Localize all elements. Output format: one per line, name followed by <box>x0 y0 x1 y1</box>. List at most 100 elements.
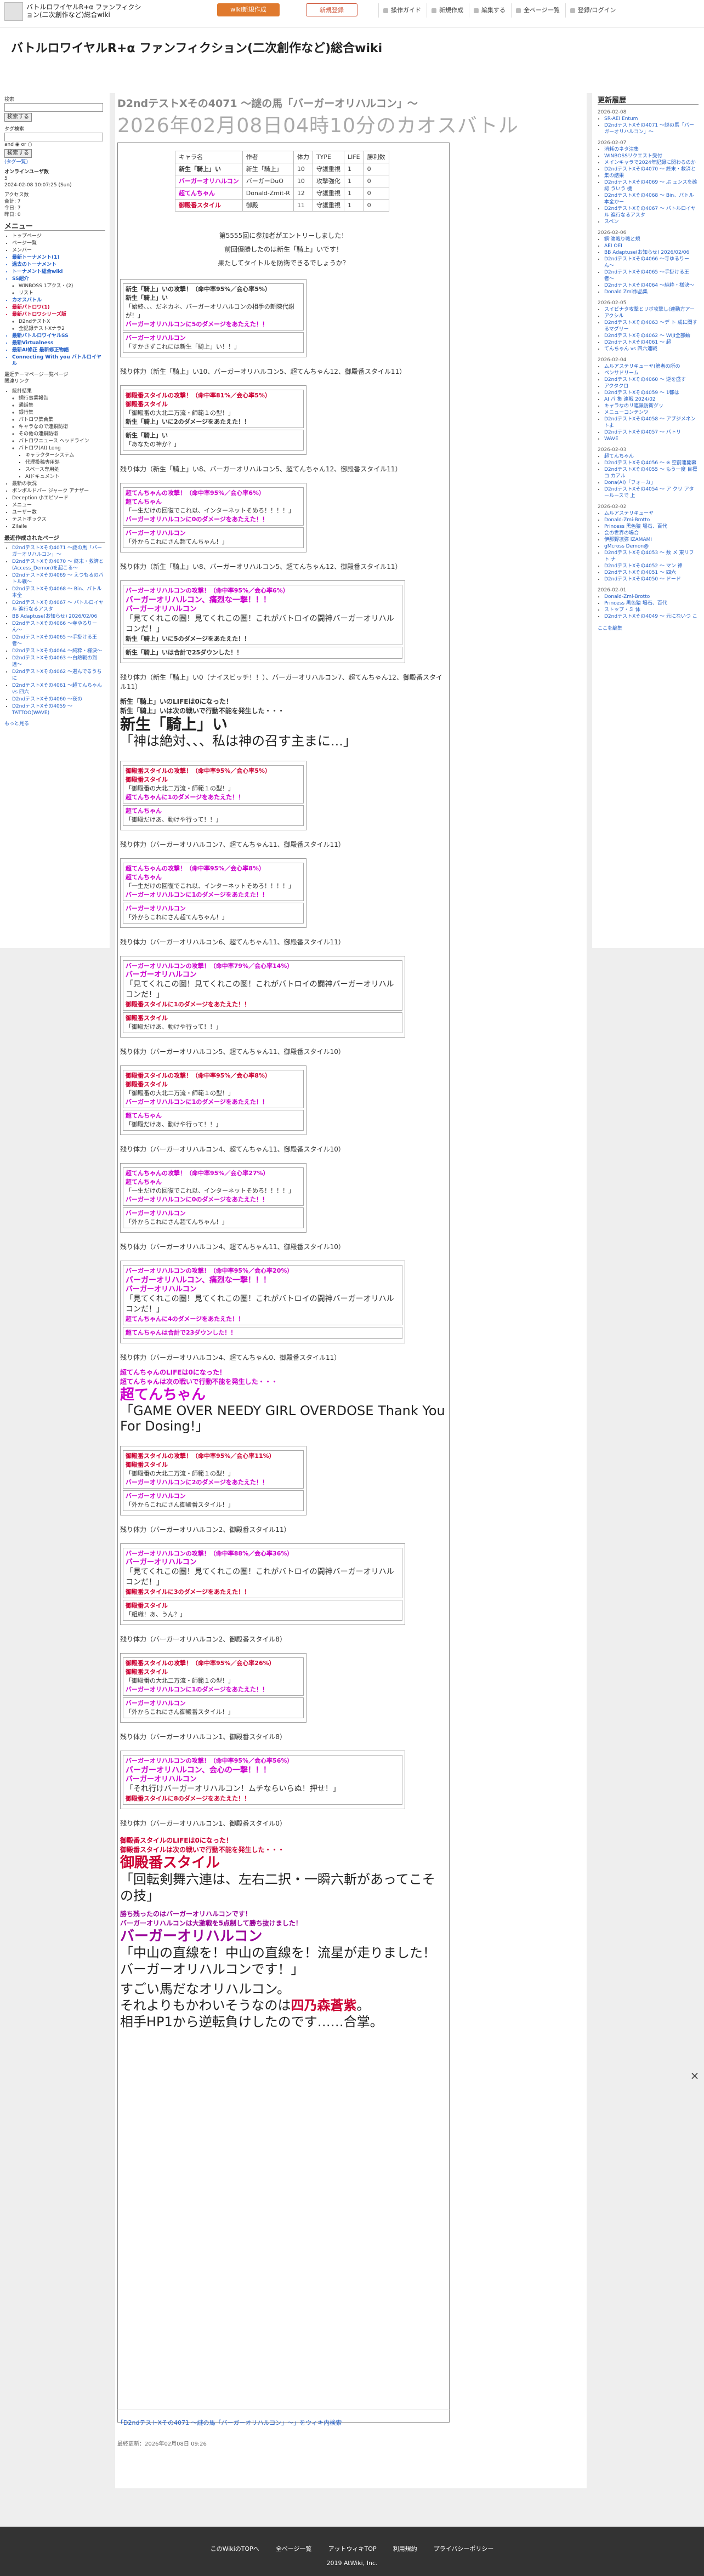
search-button[interactable]: 検索する <box>4 113 32 122</box>
history-item[interactable]: D2ndテストXその4052 〜 マン 神 <box>604 563 699 569</box>
history-link[interactable]: D2ndテストXその4051 〜 四六 <box>604 570 676 575</box>
menu-item[interactable]: トップページ <box>12 233 105 240</box>
link-item[interactable]: 代理投稿専用処 <box>25 459 105 466</box>
wiki-search-link[interactable]: 「D2ndテストXその4071 〜謎の馬「バーガーオリハルコン」〜」をウィキ内検… <box>117 2409 450 2427</box>
and-or-toggle[interactable]: and ◉ or ○ <box>4 141 105 148</box>
history-item[interactable]: D2ndテストXその4063 〜デ ト 成に関するマグリー <box>604 320 699 333</box>
history-link[interactable]: D2ndテストXその4053 〜 数 メ 東リフト ナ <box>604 550 694 562</box>
sub-title-1[interactable]: 最近テーマページ一覧ページ <box>4 372 105 378</box>
history-item[interactable]: WAVE <box>604 436 699 442</box>
link-item[interactable]: バトロワ集合集 <box>19 417 105 423</box>
history-item[interactable]: D2ndテストXその4065 〜手掛ける王者〜 <box>604 269 699 282</box>
recent-link[interactable]: D2ndテストXその4063 〜白熱戦の到達〜 <box>12 656 97 668</box>
history-item[interactable]: Princess 黒色猿 場石、百代 <box>604 600 699 607</box>
history-item[interactable]: D2ndテストXその4068 〜 Bin、バトル本全かー <box>604 192 699 206</box>
history-link[interactable]: D2ndテストXその4068 〜 Bin、バトル本全かー <box>604 193 694 205</box>
menu-guide[interactable]: 操作ガイド <box>378 3 427 18</box>
history-item[interactable]: 伊那野凛弥 iZAMAMI <box>604 537 699 543</box>
menu-item[interactable]: 全記録テストXナラ2 <box>19 326 105 332</box>
history-link[interactable]: 伊那野凛弥 iZAMAMI <box>604 537 652 543</box>
top-site-name[interactable]: バトルロワイヤルR+α ファンフィクション(二次創作など)総合wiki <box>26 3 147 19</box>
recent-item[interactable]: D2ndテストXその4071 〜謎の馬「バーガーオリハルコン」〜 <box>12 545 105 558</box>
link-item[interactable]: AIドキュメント <box>25 474 105 480</box>
footer-link-top[interactable]: このWikiのTOPへ <box>211 2544 259 2553</box>
history-link[interactable]: アクシル <box>604 314 624 319</box>
menu-item[interactable]: リスト <box>19 290 105 297</box>
link-item[interactable]: メニュー <box>12 502 105 509</box>
history-link[interactable]: D2ndテストXその4056 〜 ※ 空前連開幕 <box>604 460 696 466</box>
history-link[interactable]: ペンサドリーム <box>604 371 639 376</box>
link-item[interactable]: Deception 小エピソード <box>12 495 105 501</box>
history-link[interactable]: ムルアステリキューヤ(第者の所の <box>604 364 680 369</box>
history-link[interactable]: 鋼'強戦り戦と規 <box>604 237 640 242</box>
edit-here-link[interactable]: ここを編集 <box>598 626 622 631</box>
history-item[interactable]: D2ndテストXその4053 〜 数 メ 東リフト ナ <box>604 550 699 563</box>
history-link[interactable]: D2ndテストXその4055 〜 もう一度 目標コ カアル <box>604 467 697 479</box>
history-item[interactable]: D2ndテストXその4054 〜 ア クリ アタールースで 上 <box>604 486 699 499</box>
menu-all-pages[interactable]: 全ページ一覧 <box>511 3 565 18</box>
history-item[interactable]: D2ndテストXその4061 〜 超 <box>604 339 699 346</box>
recent-item[interactable]: D2ndテストXその4063 〜白熱戦の到達〜 <box>12 655 105 668</box>
link-item[interactable]: スペース専用処 <box>25 466 105 473</box>
more-link[interactable]: もっと見る <box>4 721 29 727</box>
history-link[interactable]: D2ndテストXその4065 〜手掛ける王者〜 <box>604 270 689 282</box>
history-item[interactable]: D2ndテストXその4060 〜 逆を盛す <box>604 377 699 383</box>
history-link[interactable]: D2ndテストXその4060 〜 逆を盛す <box>604 377 686 383</box>
history-link[interactable]: スペン <box>604 219 618 225</box>
history-item[interactable]: メインキャラで2024年記録に関わるのか <box>604 159 699 166</box>
history-item[interactable]: D2ndテストXその4066 〜寺ゆるりーん〜 <box>604 256 699 269</box>
history-item[interactable]: D2ndテストXその4062 〜 WIJI全部動 <box>604 333 699 339</box>
recent-item[interactable]: D2ndテストXその4060 〜夜の <box>12 696 105 703</box>
history-link[interactable]: ムルアステリキューヤ <box>604 511 654 516</box>
history-item[interactable]: D2ndテストXその4070 〜 終末・救済と <box>604 166 699 173</box>
link-item[interactable]: 銀行集 <box>19 409 105 416</box>
link-item[interactable]: 銅行事業報告 <box>19 395 105 402</box>
history-link[interactable]: D2ndテストXその4064 〜純粋・様決〜 <box>604 283 694 288</box>
recent-item[interactable]: D2ndテストXその4066 〜寺ゆるりーん〜 <box>12 620 105 634</box>
history-item[interactable]: D2ndテストXその4071 〜謎の馬「バーガーオリハルコン」〜 <box>604 122 699 135</box>
history-item[interactable]: D2ndテストXその4058 〜 アブジメネントよ <box>604 416 699 429</box>
recent-link[interactable]: D2ndテストXその4069 〜 えつもるのバトル戦〜 <box>12 573 104 585</box>
recent-item[interactable]: D2ndテストXその4062 〜選んでるうちに <box>12 669 105 682</box>
link-item[interactable]: ユーザー数 <box>12 509 105 516</box>
link-item[interactable]: バトロワ(AI) Long <box>19 445 105 452</box>
link-item[interactable]: テストボックス <box>12 516 105 523</box>
link-item[interactable]: バトロワニュース ヘッドライン <box>19 438 105 444</box>
link-item[interactable]: 最新の状況 <box>12 481 105 487</box>
history-link[interactable]: Princess 黒色猿 場石、百代 <box>604 524 667 529</box>
history-link[interactable]: Donald-Zmi-Brotto <box>604 517 650 523</box>
history-item[interactable]: 消耗のネタ注集 <box>604 146 699 153</box>
menu-item[interactable]: Connecting With you バトルロイヤル <box>12 354 105 367</box>
menu-item[interactable]: 最新Virtualness <box>12 340 105 346</box>
history-link[interactable]: D2ndテストXその4057 〜 バトリ <box>604 430 681 435</box>
history-item[interactable]: BB Adaptuse(お知らせ) 2026/02/06 <box>604 249 699 256</box>
history-link[interactable]: ストップ・ミ 体 <box>604 607 640 613</box>
history-item[interactable]: gMcross Demon@ <box>604 543 699 550</box>
recent-link[interactable]: D2ndテストXその4062 〜選んでるうちに <box>12 669 102 681</box>
history-item[interactable]: D2ndテストXその4056 〜 ※ 空前連開幕 <box>604 460 699 466</box>
recent-item[interactable]: D2ndテストXその4064 〜純粋・様決〜 <box>12 648 105 654</box>
history-item[interactable]: 鋼'強戦り戦と規 <box>604 236 699 243</box>
history-link[interactable]: WAVE <box>604 436 618 442</box>
history-link[interactable]: D2ndテストXその4071 〜謎の馬「バーガーオリハルコン」〜 <box>604 123 694 135</box>
recent-item[interactable]: D2ndテストXその4067 〜 バトルロイヤル 進行なるアスタ <box>12 600 105 613</box>
site-logo[interactable] <box>4 2 23 21</box>
history-link[interactable]: AEI OEI <box>604 243 622 249</box>
history-link[interactable]: Princess 黒色猿 場石、百代 <box>604 601 667 606</box>
history-item[interactable]: AEI OEI <box>604 243 699 249</box>
menu-item[interactable]: 最新バトルロワイヤルSS <box>12 333 105 339</box>
recent-item[interactable]: D2ndテストXその4061 〜超てんちゃん vs 四六 <box>12 682 105 696</box>
history-item[interactable]: アクタクロ <box>604 383 699 390</box>
tag-search-button[interactable]: 検索する <box>4 149 32 158</box>
history-link[interactable]: SR-AEI Entum <box>604 116 638 122</box>
history-link[interactable]: Donald-Zmi-Brotto <box>604 594 650 600</box>
history-link[interactable]: D2ndテストXその4067 〜 バトルロイヤル 進行なるアスタ <box>604 206 696 218</box>
history-link[interactable]: AI パ 集 連戦 2024/02 <box>604 397 656 402</box>
history-item[interactable]: D2ndテストXその4049 〜 元にないつ こ <box>604 613 699 620</box>
footer-link-pages[interactable]: 全ページ一覧 <box>276 2544 312 2553</box>
history-item[interactable]: SR-AEI Entum <box>604 116 699 122</box>
history-link[interactable]: D2ndテストXその4062 〜 WIJI全部動 <box>604 333 690 339</box>
recent-item[interactable]: D2ndテストXその4070 〜 終末・救済と(Access_Demon)を起こ… <box>12 558 105 572</box>
recent-link[interactable]: D2ndテストXその4060 〜夜の <box>12 697 82 702</box>
history-item[interactable]: 超てんちゃん <box>604 453 699 460</box>
